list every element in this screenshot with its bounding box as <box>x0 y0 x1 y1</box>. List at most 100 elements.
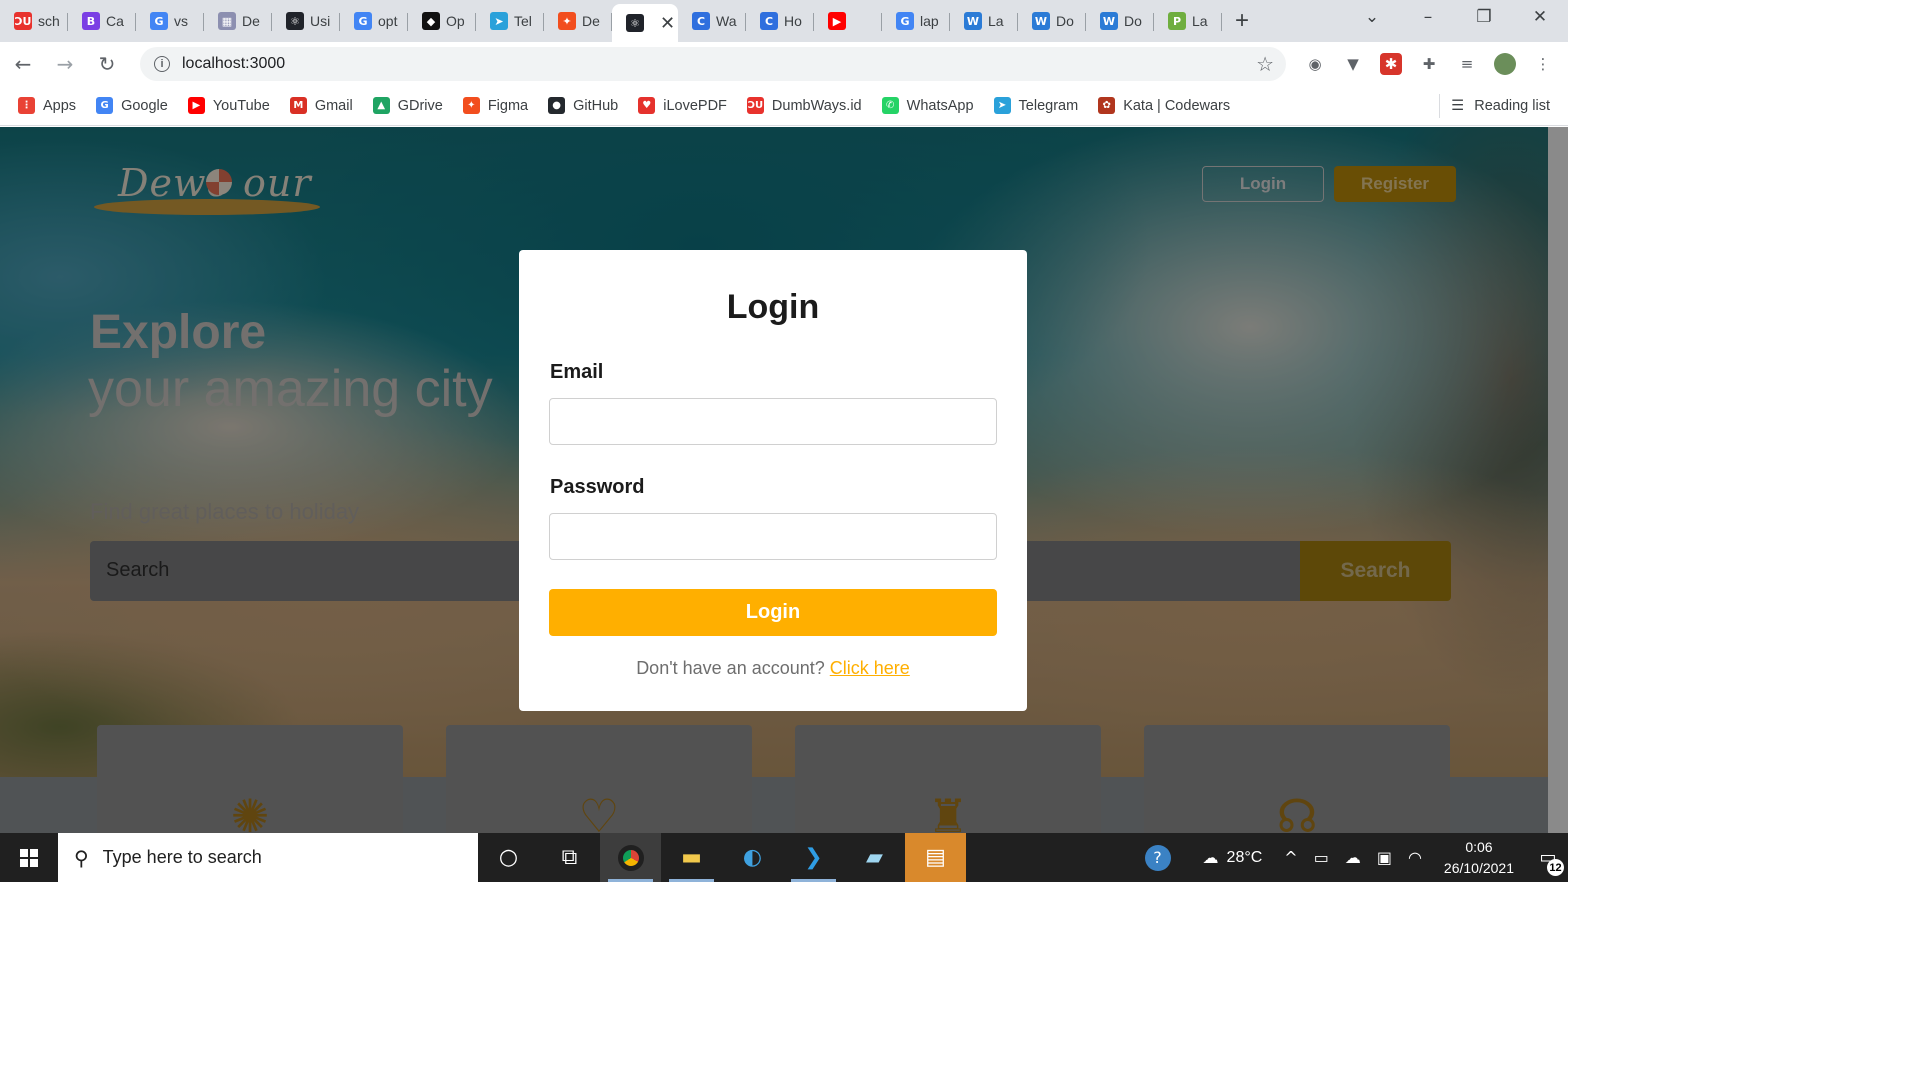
tray-overflow-icon[interactable]: ^ <box>1276 848 1305 867</box>
bookmark-item[interactable]: ✆ WhatsApp <box>881 97 974 114</box>
browser-tab[interactable]: ➤ Tel <box>476 4 544 38</box>
notes-app-icon[interactable]: ▰ <box>844 833 905 882</box>
camera-extension-icon[interactable]: ◉ <box>1304 53 1326 75</box>
extensions-puzzle-icon[interactable]: ✚ <box>1418 53 1440 75</box>
battery-icon[interactable]: ▭ <box>1306 848 1337 867</box>
bookmark-star-icon[interactable]: ☆ <box>1256 52 1274 76</box>
bookmark-item[interactable]: M Gmail <box>289 97 353 114</box>
onedrive-icon[interactable]: ☁ <box>1337 848 1369 867</box>
cortana-icon[interactable]: ○ <box>478 833 539 882</box>
bookmark-item[interactable]: G Google <box>96 97 168 114</box>
browser-tab[interactable]: W Do <box>1086 4 1154 38</box>
tab-favicon-icon: ✦ <box>558 12 576 30</box>
notification-count: 12 <box>1547 859 1564 876</box>
tab-title: vs <box>174 13 188 29</box>
taskbar-search-placeholder: Type here to search <box>102 847 262 867</box>
tab-title: lap <box>920 13 939 29</box>
bookmark-item[interactable]: ✿ Kata | Codewars <box>1098 97 1230 114</box>
back-button[interactable]: ← <box>4 45 42 83</box>
system-clock[interactable]: 0:06 26/10/2021 <box>1430 837 1528 879</box>
bookmark-item[interactable]: ⋮ Apps <box>18 97 76 114</box>
edge-browser-icon[interactable]: ◐ <box>722 833 783 882</box>
forward-button[interactable]: → <box>46 45 84 83</box>
minimize-button[interactable]: – <box>1400 7 1456 27</box>
browser-tab[interactable]: C Ho <box>746 4 814 38</box>
start-button[interactable] <box>0 833 58 882</box>
taskbar-search-box[interactable]: ⚲ Type here to search <box>58 833 478 882</box>
login-submit-button[interactable]: Login <box>549 589 997 636</box>
password-field[interactable] <box>549 513 997 560</box>
vscode-icon[interactable]: ❯ <box>783 833 844 882</box>
tab-favicon-icon: ⚛ <box>626 14 644 32</box>
tab-favicon-icon: C <box>692 12 710 30</box>
browser-tab[interactable]: Gopt <box>340 4 408 38</box>
browser-tab[interactable]: Gvs <box>136 4 204 38</box>
red-extension-icon[interactable]: ✱ <box>1380 53 1402 75</box>
tab-favicon-icon: ƆU <box>14 12 32 30</box>
address-bar[interactable]: i localhost:3000 ☆ <box>140 47 1286 81</box>
tab-title: Usi <box>310 13 331 29</box>
tab-favicon-icon: ▦ <box>218 12 236 30</box>
bookmarks-bar: ⋮ Apps G Google ▶ YouTube M Gmail ▲ GDrive ✦ Figma ●… <box>0 86 1568 126</box>
bookmark-item[interactable]: ♥ iLovePDF <box>638 97 727 114</box>
media-control-icon[interactable]: ≡ <box>1456 53 1478 75</box>
weather-cloud-icon[interactable]: ☁ <box>1195 848 1227 867</box>
tab-list: ƆU sch B Ca Gvs ▦ De ⚛ Usi Gopt ◆ Op ➤ Tel ✦ De ⚛ ✕ C Wa C Ho… <box>0 0 1222 42</box>
bookmark-favicon-icon: ⋮ <box>18 97 35 114</box>
profile-avatar[interactable] <box>1494 53 1516 75</box>
tab-title: sch <box>38 13 60 29</box>
browser-tab[interactable]: ◆ Op <box>408 4 476 38</box>
tab-favicon-icon: W <box>964 12 982 30</box>
browser-tab[interactable]: ▶ <box>814 4 882 38</box>
browser-tab[interactable]: ✦ De <box>544 4 612 38</box>
close-tab-icon[interactable]: ✕ <box>660 13 675 34</box>
browser-tab[interactable]: Glap <box>882 4 950 38</box>
reading-list-button[interactable]: ☰ Reading list <box>1439 86 1550 126</box>
bookmark-item[interactable]: ➤ Telegram <box>993 97 1079 114</box>
new-tab-button[interactable]: + <box>1222 4 1262 38</box>
browser-tab[interactable]: ⚛ Usi <box>272 4 340 38</box>
temperature-text[interactable]: 28°C <box>1227 849 1277 867</box>
chrome-taskbar-icon[interactable] <box>600 833 661 882</box>
reload-button[interactable]: ↻ <box>88 45 126 83</box>
register-prompt-text: Don't have an account? <box>636 658 830 678</box>
password-label: Password <box>550 476 645 498</box>
browser-tab[interactable]: P La <box>1154 4 1222 38</box>
browser-tab[interactable]: ƆU sch <box>0 4 68 38</box>
task-view-icon[interactable]: ⧉ <box>539 833 600 882</box>
restore-button[interactable]: ❐ <box>1456 7 1512 27</box>
browser-tab[interactable]: ▦ De <box>204 4 272 38</box>
bookmark-item[interactable]: ✦ Figma <box>462 97 529 114</box>
browser-tab[interactable]: W Do <box>1018 4 1086 38</box>
bookmark-label: Telegram <box>1018 97 1079 114</box>
tab-title: De <box>242 13 260 29</box>
browser-tab[interactable]: W La <box>950 4 1018 38</box>
email-label: Email <box>550 361 604 383</box>
highlighted-app-icon[interactable]: ▤ <box>905 833 966 882</box>
url-text[interactable]: localhost:3000 <box>182 55 285 73</box>
bookmark-item[interactable]: ▶ YouTube <box>187 97 270 114</box>
bookmark-label: Apps <box>43 97 77 114</box>
tab-active[interactable]: ⚛ ✕ <box>612 4 678 42</box>
tab-search-icon[interactable]: ⌄ <box>1344 7 1400 27</box>
help-icon[interactable]: ? <box>1144 844 1171 871</box>
tab-favicon-icon: ➤ <box>490 12 508 30</box>
bookmark-label: Gmail <box>314 97 353 114</box>
page-scrollbar[interactable] <box>1548 127 1568 833</box>
wifi-icon[interactable]: ◠ <box>1400 848 1430 867</box>
browser-tab[interactable]: C Wa <box>678 4 746 38</box>
bookmark-item[interactable]: ▲ GDrive <box>372 97 443 114</box>
close-window-button[interactable]: ✕ <box>1512 7 1568 27</box>
notification-center-button[interactable]: ▭ 12 <box>1528 833 1568 882</box>
email-field[interactable] <box>549 398 997 445</box>
browser-menu-icon[interactable]: ⋮ <box>1532 53 1554 75</box>
browser-tab[interactable]: B Ca <box>68 4 136 38</box>
bookmark-item[interactable]: ● GitHub <box>548 97 618 114</box>
site-info-icon[interactable]: i <box>154 56 170 72</box>
bookmark-item[interactable]: ƆU DumbWays.id <box>746 97 862 114</box>
register-link[interactable]: Click here <box>830 658 910 678</box>
file-explorer-icon[interactable]: ▬ <box>661 833 722 882</box>
display-icon[interactable]: ▣ <box>1369 848 1400 867</box>
vue-devtools-icon[interactable]: ▼ <box>1342 53 1364 75</box>
bookmark-label: Figma <box>487 97 529 114</box>
